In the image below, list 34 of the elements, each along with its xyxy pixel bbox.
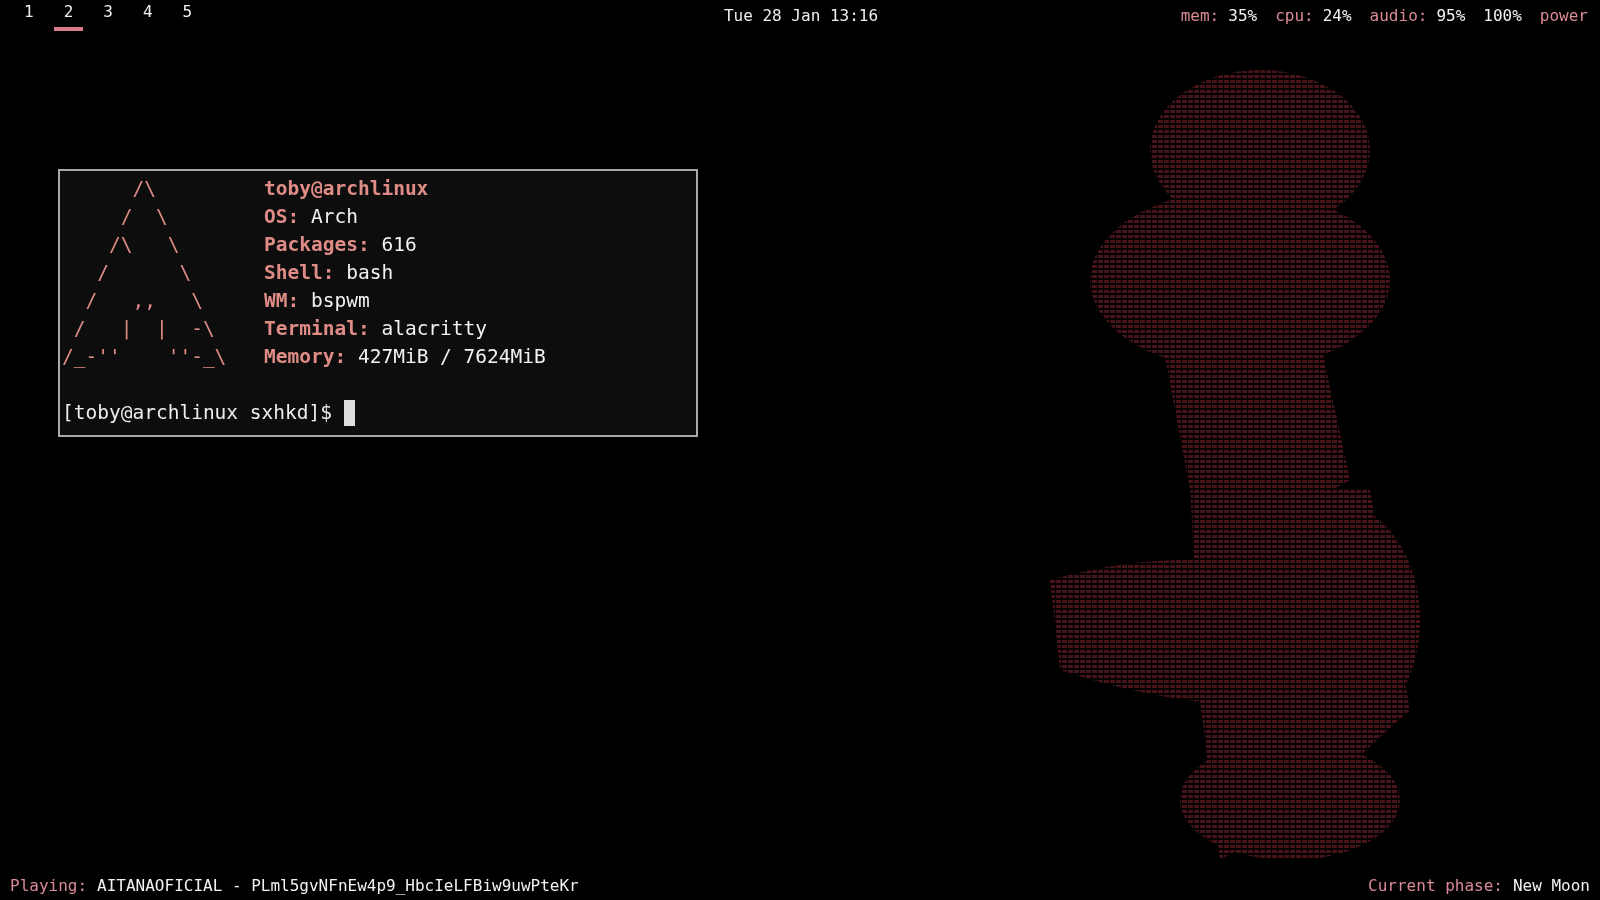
clock: Tue 28 Jan 13:16 (723, 6, 879, 25)
info-value: bspwm (309, 288, 370, 314)
status-value: 24% (1322, 6, 1352, 25)
now-playing-label: Playing: (10, 875, 88, 895)
status-value: 95% (1436, 6, 1466, 25)
cursor-block (344, 400, 356, 426)
user-host: toby@archlinux (264, 176, 430, 202)
info-label: Packages: (264, 232, 370, 258)
status-value: 100% (1483, 6, 1522, 25)
workspace-tab[interactable]: 2 (53, 0, 84, 31)
shell-prompt: [toby@archlinux sxhkd]$ (62, 400, 333, 426)
info-value: bash (345, 260, 394, 286)
info-label: OS: (264, 204, 300, 230)
info-value: Arch (309, 204, 358, 230)
info-label: Memory: (264, 344, 347, 370)
workspace-tab[interactable]: 4 (132, 0, 163, 31)
workspace-tab[interactable]: 5 (172, 0, 203, 31)
status-label: cpu: (1275, 6, 1314, 25)
info-value: alacritty (380, 316, 488, 342)
power-button[interactable]: power (1539, 6, 1588, 25)
info-label: Terminal: (264, 316, 370, 342)
moon-phase-label: Current phase: (1368, 875, 1503, 895)
info-value: 427MiB / 7624MiB (356, 344, 546, 370)
status-label: audio: (1369, 6, 1428, 25)
workspace-tab[interactable]: 1 (14, 0, 44, 31)
ascii-logo: /\ / \ /\ \ / \ / ,, \ / | | -\ /_-'' ''-_\ (62, 176, 228, 370)
info-label: Shell: (264, 260, 335, 286)
status-value: 35% (1228, 6, 1258, 25)
now-playing-value: AITANAOFICIAL - PLml5gvNFnEw4p9_HbcIeLFBiw9uwPteKr (97, 875, 579, 895)
workspace-tab[interactable]: 3 (93, 0, 123, 31)
moon-phase-value: New Moon (1512, 875, 1590, 895)
info-label: WM: (264, 288, 300, 314)
info-value: 616 (380, 232, 417, 258)
status-label: mem: (1180, 6, 1220, 25)
